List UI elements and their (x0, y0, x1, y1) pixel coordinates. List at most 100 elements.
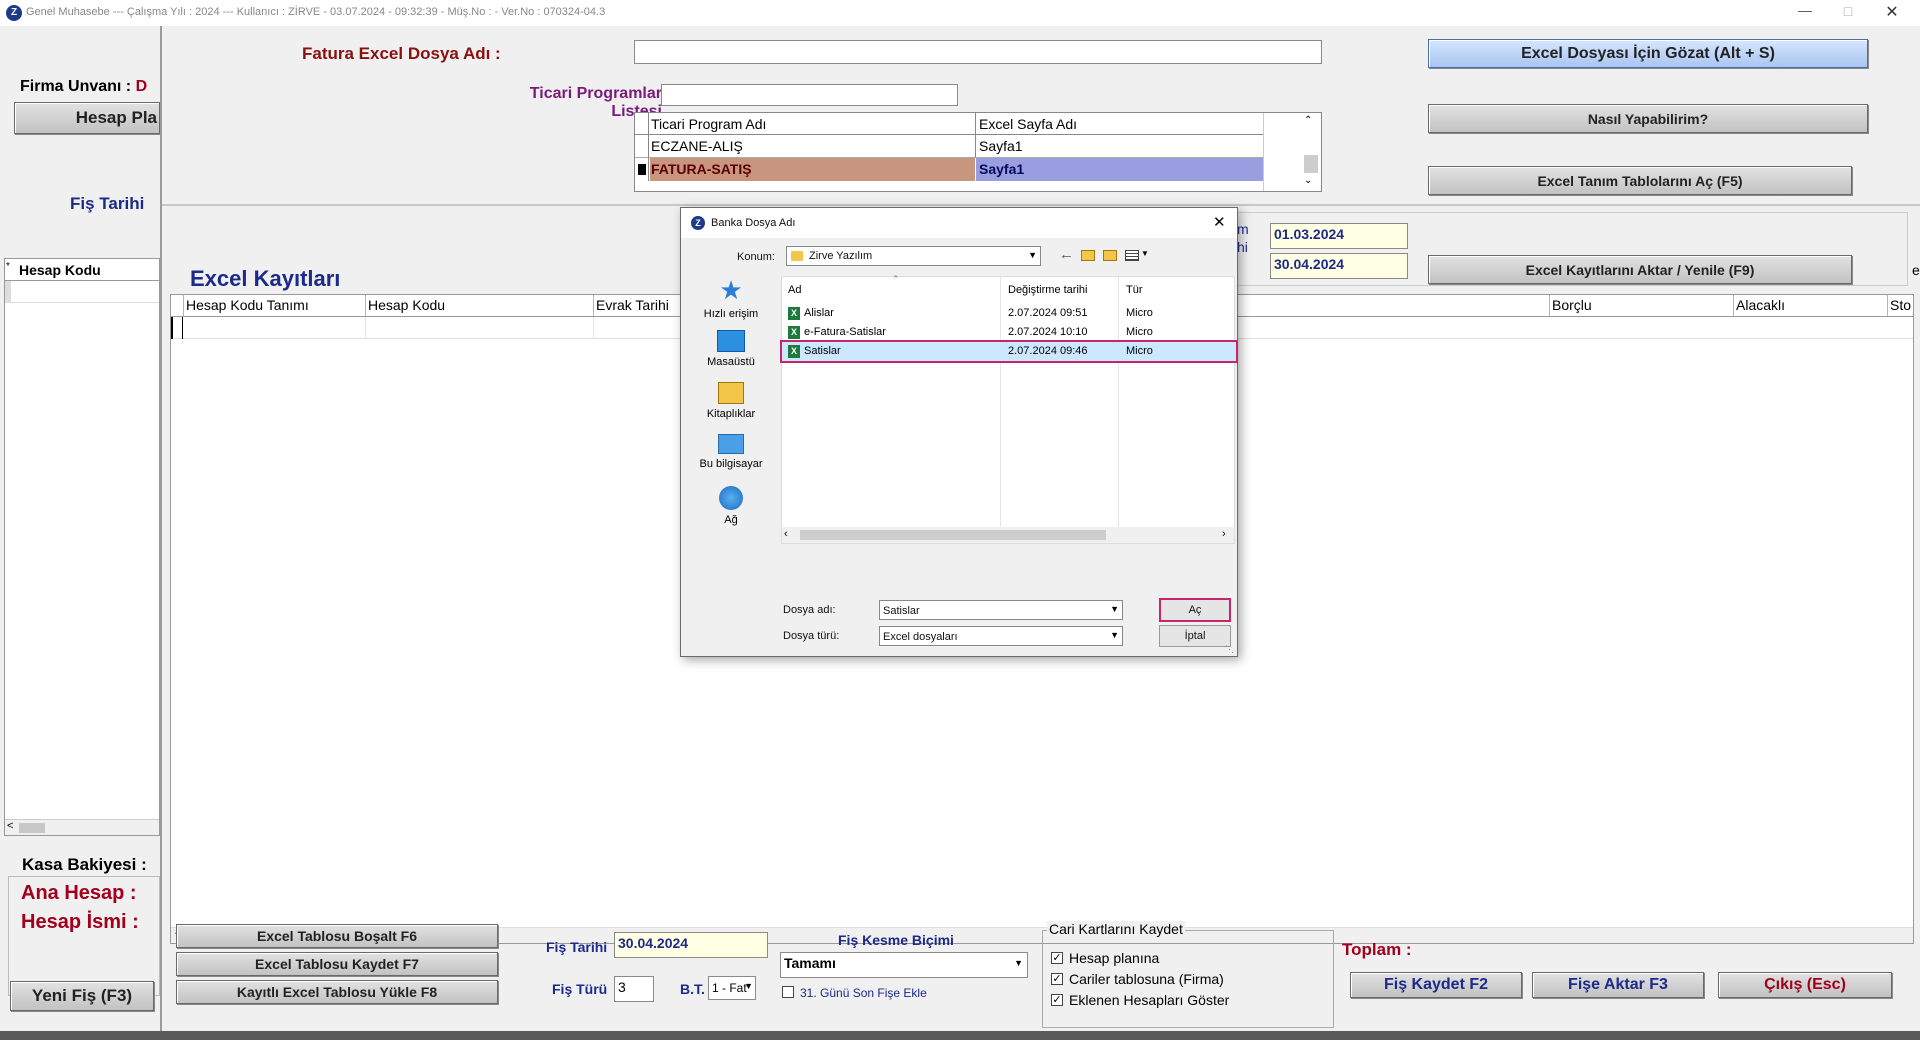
title-bar: Z Genel Muhasebe --- Çalışma Yılı : 2024… (0, 0, 1920, 26)
chevron-down-icon: ▼ (1028, 250, 1037, 260)
col-evrak-tarihi[interactable]: Evrak Tarihi (596, 297, 669, 313)
fis-turu-label: Fiş Türü (552, 981, 608, 997)
bt-select[interactable]: 1 - Fat ▼ (708, 976, 756, 1000)
aktar-yenile-button[interactable]: Excel Kayıtlarını Aktar / Yenile (F9) (1428, 255, 1852, 284)
fatura-excel-label: Fatura Excel Dosya Adı : (302, 44, 501, 63)
iptal-button[interactable]: İptal (1159, 625, 1231, 647)
ac-button[interactable]: Aç (1159, 598, 1231, 622)
fatura-excel-input[interactable] (634, 40, 1322, 64)
file-dialog: Z Banka Dosya Adı ✕ Konum: Zirve Yazılım… (680, 207, 1238, 657)
resize-grip-icon[interactable]: ⋱ (1225, 644, 1234, 655)
minimize-icon[interactable]: — (1795, 2, 1815, 18)
col-tur[interactable]: Tür (1126, 284, 1143, 296)
cari-kartlari-group: Cari Kartlarını Kaydet ✓ Hesap planına ✓… (1042, 921, 1334, 1028)
new-folder-icon[interactable] (1103, 250, 1117, 261)
back-icon[interactable]: ← (1059, 246, 1074, 263)
cariler-cb-label: Cariler tablosuna (Firma) (1069, 971, 1224, 987)
maximize-icon[interactable]: □ (1838, 3, 1858, 19)
dosya-turu-select[interactable]: Excel dosyaları ▼ (879, 626, 1123, 646)
scroll-up-icon[interactable]: ⌃ (1304, 115, 1312, 126)
konum-label: Konum: (737, 251, 775, 263)
excel-bosalt-button[interactable]: Excel Tablosu Boşalt F6 (176, 924, 498, 948)
close-icon[interactable]: ✕ (1882, 2, 1902, 22)
desktop-icon (717, 330, 745, 352)
yeni-fis-button[interactable]: Yeni Fiş (F3) (10, 981, 154, 1011)
nasil-yapabilirim-button[interactable]: Nasıl Yapabilirim? (1428, 104, 1868, 133)
col-ticari-program[interactable]: Ticari Program Adı (651, 116, 766, 132)
program-row[interactable]: ECZANE-ALIŞ Sayfa1 (635, 135, 1263, 158)
start-date-input[interactable]: 01.03.2024 (1270, 223, 1408, 249)
col-sto[interactable]: Sto (1890, 297, 1911, 313)
up-folder-icon[interactable] (1081, 250, 1095, 261)
fis-kaydet-button[interactable]: Fiş Kaydet F2 (1350, 972, 1522, 998)
scroll-thumb[interactable] (1304, 155, 1318, 173)
tanim-tablolari-button[interactable]: Excel Tanım Tablolarını Aç (F5) (1428, 166, 1852, 195)
dialog-app-icon: Z (691, 216, 705, 230)
excel-yukle-button[interactable]: Kayıtlı Excel Tablosu Yükle F8 (176, 980, 498, 1004)
fis-kesme-select[interactable]: Tamamı ▼ (780, 952, 1028, 978)
file-list-hscroll[interactable]: ‹ › (782, 527, 1234, 543)
row-pointer-icon (635, 158, 649, 181)
col-degistirme[interactable]: Değiştirme tarihi (1008, 284, 1087, 296)
col-hesap-kodu[interactable]: Hesap Kodu (368, 297, 445, 313)
star-icon: ★ (719, 275, 743, 305)
konum-select[interactable]: Zirve Yazılım ▼ (786, 246, 1041, 266)
toplam-label: Toplam : (1342, 940, 1412, 959)
cikis-button[interactable]: Çıkış (Esc) (1718, 972, 1892, 998)
col-borclu[interactable]: Borçlu (1552, 297, 1592, 313)
scroll-thumb[interactable] (800, 530, 1106, 540)
nav-masaustu[interactable]: Masaüstü (681, 330, 781, 368)
eklenen-cb-label: Eklenen Hesapları Göster (1069, 992, 1230, 1008)
scroll-thumb[interactable] (19, 823, 45, 833)
ticari-programlar-label: Ticari Programlar Listesi (529, 85, 662, 120)
browse-excel-button[interactable]: Excel Dosyası İçin Gözat (Alt + S) (1428, 39, 1868, 68)
computer-icon (718, 434, 744, 454)
program-row-selected[interactable]: FATURA-SATIŞ Sayfa1 (635, 158, 1263, 181)
scroll-left-icon[interactable]: < (7, 820, 13, 832)
firma-label: Firma Unvanı : D (20, 78, 148, 95)
scroll-left-icon[interactable]: ‹ (784, 528, 788, 540)
ticari-search-input[interactable] (661, 84, 958, 106)
chevron-down-icon: ▼ (744, 981, 753, 991)
col-alacakli[interactable]: Alacaklı (1736, 297, 1785, 313)
horizontal-scrollbar[interactable]: < (5, 819, 159, 835)
end-date-input[interactable]: 30.04.2024 (1270, 253, 1408, 279)
fis-tarihi-label-left: Fiş Tarihi (70, 194, 145, 213)
network-icon (719, 486, 743, 510)
file-row[interactable]: X e-Fatura-Satislar 2.07.2024 10:10 Micr… (782, 323, 1236, 342)
eklenen-checkbox[interactable]: ✓ (1051, 994, 1063, 1006)
fis-tarihi-input[interactable]: 30.04.2024 (614, 932, 768, 958)
window-title: Genel Muhasebe --- Çalışma Yılı : 2024 -… (26, 6, 606, 18)
dialog-close-icon[interactable]: ✕ (1213, 213, 1226, 231)
fis-kesme-label: Fiş Kesme Biçimi (838, 932, 954, 948)
file-row[interactable]: X Alislar 2.07.2024 09:51 Micro (782, 304, 1236, 323)
scroll-down-icon[interactable]: ⌄ (1304, 175, 1312, 186)
nav-bu-bilgisayar[interactable]: Bu bilgisayar (681, 434, 781, 470)
folder-icon (791, 251, 803, 261)
cariler-checkbox[interactable]: ✓ (1051, 973, 1063, 985)
son-gun-checkbox[interactable] (782, 986, 794, 998)
fise-aktar-button[interactable]: Fişe Aktar F3 (1532, 972, 1704, 998)
bt-label: B.T. (680, 981, 705, 997)
nav-ag[interactable]: Ağ (681, 486, 781, 526)
nav-kitapliklar[interactable]: Kitaplıklar (681, 382, 781, 420)
hesap-plani-checkbox[interactable]: ✓ (1051, 952, 1063, 964)
col-excel-sayfa[interactable]: Excel Sayfa Adı (979, 116, 1077, 132)
program-table-scrollbar[interactable]: ⌃ ⌄ (1263, 113, 1321, 191)
nav-hizli-erisim[interactable]: ★ Hızlı erişim (681, 276, 781, 320)
chevron-down-icon[interactable]: ▼ (1141, 249, 1149, 258)
file-row-selected[interactable]: X Satislar 2.07.2024 09:46 Micro (780, 340, 1238, 363)
dosya-adi-input[interactable]: Satislar ▼ (879, 600, 1123, 620)
col-ad[interactable]: Ad (788, 284, 801, 296)
grid-row[interactable] (5, 281, 159, 303)
hesap-plani-button[interactable]: Hesap Pla (14, 102, 160, 134)
kasa-bakiyesi-label: Kasa Bakiyesi : (22, 855, 147, 874)
fis-turu-input[interactable]: 3 (614, 976, 654, 1002)
excel-kaydet-button[interactable]: Excel Tablosu Kaydet F7 (176, 952, 498, 976)
hesap-ismi-label: Hesap İsmi : (21, 911, 139, 933)
col-hesap-kodu-tanimi[interactable]: Hesap Kodu Tanımı (186, 297, 309, 313)
left-panel: Firma Unvanı : D Hesap Pla Fiş Tarihi * … (0, 26, 160, 1031)
excel-file-icon: X (788, 345, 800, 358)
view-menu-icon[interactable] (1125, 250, 1139, 261)
scroll-right-icon[interactable]: › (1222, 528, 1226, 540)
